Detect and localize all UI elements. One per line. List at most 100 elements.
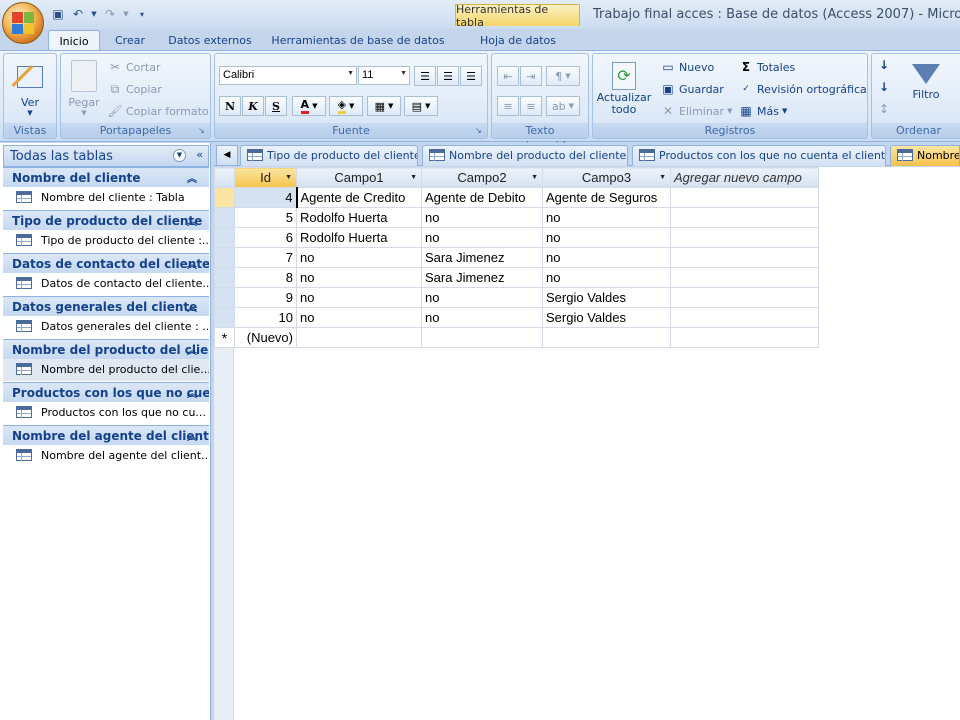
tab-herramientas-bd[interactable]: Herramientas de base de datos [270, 30, 446, 51]
table-cell[interactable]: Sara Jimenez [421, 247, 543, 268]
mas-button[interactable]: ▦ Más ▼ [738, 104, 787, 118]
pegar-button[interactable]: Pegar ▼ [65, 58, 103, 117]
table-cell[interactable]: no [421, 227, 543, 248]
table-cell[interactable] [296, 327, 422, 348]
column-header-campo1[interactable]: Campo1 ▼ [296, 167, 422, 188]
portapapeles-launcher-icon[interactable]: ↘ [198, 126, 208, 136]
table-cell[interactable]: Agente de Seguros [542, 187, 671, 208]
nav-group-productos-no-cuenta[interactable]: Productos con los que no cue... ︽ [3, 382, 209, 402]
text-direction-button[interactable]: ¶ ▼ [546, 66, 580, 86]
copiar-button[interactable]: ⧉ Copiar [107, 82, 162, 96]
filtro-button[interactable]: Filtro [904, 58, 948, 101]
row-selector[interactable] [214, 187, 235, 208]
nav-group-datos-generales[interactable]: Datos generales del cliente ︽ [3, 296, 209, 316]
collapse-chevron-icon[interactable]: ︽ [187, 299, 197, 314]
tab-datos-externos[interactable]: Datos externos [162, 30, 258, 51]
bullets-button[interactable]: ≡ [520, 96, 542, 116]
row-selector[interactable] [214, 287, 235, 308]
align-center-button[interactable]: ☰ [437, 66, 459, 86]
column-header-add-field[interactable]: Agregar nuevo campo [670, 167, 819, 188]
table-cell[interactable]: Sergio Valdes [542, 307, 671, 328]
table-cell[interactable]: no [542, 247, 671, 268]
numbering-button[interactable]: ≡ [497, 96, 519, 116]
save-icon[interactable]: ▣ [50, 6, 66, 22]
table-cell[interactable]: no [542, 207, 671, 228]
collapse-chevron-icon[interactable]: ︽ [187, 256, 197, 271]
redo-dropdown-icon[interactable]: ▼ [122, 6, 130, 22]
column-header-campo3[interactable]: Campo3 ▼ [542, 167, 671, 188]
nav-group-nombre-agente[interactable]: Nombre del agente del cliente ︽ [3, 425, 209, 445]
undo-dropdown-icon[interactable]: ▼ [90, 6, 98, 22]
table-cell[interactable]: no [296, 287, 422, 308]
actualizar-todo-button[interactable]: ⟳ Actualizar todo [595, 58, 653, 116]
nav-group-tipo-producto[interactable]: Tipo de producto del cliente ︽ [3, 210, 209, 230]
font-name-combo[interactable]: Calibri ▼ [219, 66, 357, 85]
tab-hoja-de-datos[interactable]: Hoja de datos [470, 30, 566, 51]
table-cell[interactable] [670, 307, 819, 328]
fill-color-button[interactable]: ◈ ▼ [329, 96, 363, 116]
bold-button[interactable]: N [219, 96, 241, 116]
table-cell[interactable]: no [421, 287, 543, 308]
nav-item-datos-contacto[interactable]: Datos de contacto del cliente... [3, 273, 209, 295]
nuevo-button[interactable]: ▭ Nuevo [660, 60, 714, 74]
doc-tab-nombre-agente[interactable]: Nombre [890, 145, 960, 166]
nav-group-nombre-producto[interactable]: Nombre del producto del clie... ︽ [3, 339, 209, 359]
table-cell[interactable]: no [296, 247, 422, 268]
doc-tab-productos-no-cuenta[interactable]: Productos con los que no cuenta el clien… [632, 145, 886, 166]
nav-item-productos-no-cuenta[interactable]: Productos con los que no cu... [3, 402, 209, 424]
row-selector[interactable] [214, 247, 235, 268]
table-cell[interactable] [670, 267, 819, 288]
table-cell[interactable]: no [296, 307, 422, 328]
ver-button[interactable]: Ver ▼ [10, 58, 50, 117]
new-record-marker[interactable]: * [214, 327, 235, 348]
row-selector[interactable] [214, 227, 235, 248]
nav-item-nombre-producto[interactable]: Nombre del producto del clie... [3, 359, 209, 381]
column-header-id[interactable]: Id ▼ [234, 167, 297, 188]
highlight-button[interactable]: ab ▼ [546, 96, 580, 116]
table-cell[interactable]: 10 [234, 307, 297, 328]
font-size-combo[interactable]: 11 ▼ [358, 66, 410, 85]
nav-item-tipo-producto[interactable]: Tipo de producto del cliente :... [3, 230, 209, 252]
row-selector[interactable] [214, 207, 235, 228]
sort-descending-button[interactable]: ↓ [876, 80, 892, 94]
chevron-down-icon[interactable]: ▼ [531, 174, 538, 181]
align-right-button[interactable]: ☰ [460, 66, 482, 86]
customize-qat-icon[interactable]: ▾ [134, 6, 150, 22]
table-cell[interactable]: Rodolfo Huerta [296, 227, 422, 248]
increase-indent-button[interactable]: ⇥ [520, 66, 542, 86]
copiar-formato-button[interactable]: 🖌 Copiar formato [107, 104, 208, 118]
tab-crear[interactable]: Crear [106, 30, 154, 51]
table-cell[interactable]: no [542, 267, 671, 288]
table-cell[interactable]: 5 [234, 207, 297, 228]
table-cell[interactable] [670, 227, 819, 248]
nav-group-nombre-cliente[interactable]: Nombre del cliente ︽ [3, 167, 209, 187]
collapse-chevron-icon[interactable]: ︽ [187, 385, 197, 400]
table-cell[interactable]: no [421, 307, 543, 328]
column-header-campo2[interactable]: Campo2 ▼ [421, 167, 543, 188]
tab-inicio[interactable]: Inicio [48, 30, 100, 51]
cortar-button[interactable]: ✂ Cortar [107, 60, 161, 74]
table-cell[interactable]: Sergio Valdes [542, 287, 671, 308]
collapse-chevron-icon[interactable]: ︽ [187, 170, 197, 185]
chevron-down-icon[interactable]: ▼ [285, 174, 292, 181]
row-selector[interactable] [214, 267, 235, 288]
doc-tab-nombre-producto[interactable]: Nombre del producto del cliente [422, 145, 628, 166]
doc-tab-tipo-producto[interactable]: Tipo de producto del cliente [240, 145, 418, 166]
undo-icon[interactable]: ↶ [70, 6, 86, 22]
table-cell[interactable]: 8 [234, 267, 297, 288]
eliminar-button[interactable]: ✕ Eliminar ▼ [660, 104, 733, 118]
font-color-button[interactable]: A ▼ [292, 96, 326, 116]
row-selector[interactable] [214, 307, 235, 328]
clear-sort-button[interactable]: ↕ [876, 102, 892, 116]
table-cell[interactable]: Agente de Debito [421, 187, 543, 208]
gridlines-button[interactable]: ▦ ▼ [367, 96, 401, 116]
collapse-chevron-icon[interactable]: ︽ [187, 428, 197, 443]
tabs-scroll-left-icon[interactable]: ◀ [216, 145, 238, 166]
table-cell[interactable]: 4 [234, 187, 298, 208]
chevron-down-icon[interactable]: ▼ [659, 174, 666, 181]
collapse-chevron-icon[interactable]: ︽ [187, 213, 197, 228]
office-button[interactable] [2, 2, 44, 44]
table-cell[interactable]: 7 [234, 247, 297, 268]
italic-button[interactable]: K [242, 96, 264, 116]
table-cell[interactable]: 6 [234, 227, 297, 248]
